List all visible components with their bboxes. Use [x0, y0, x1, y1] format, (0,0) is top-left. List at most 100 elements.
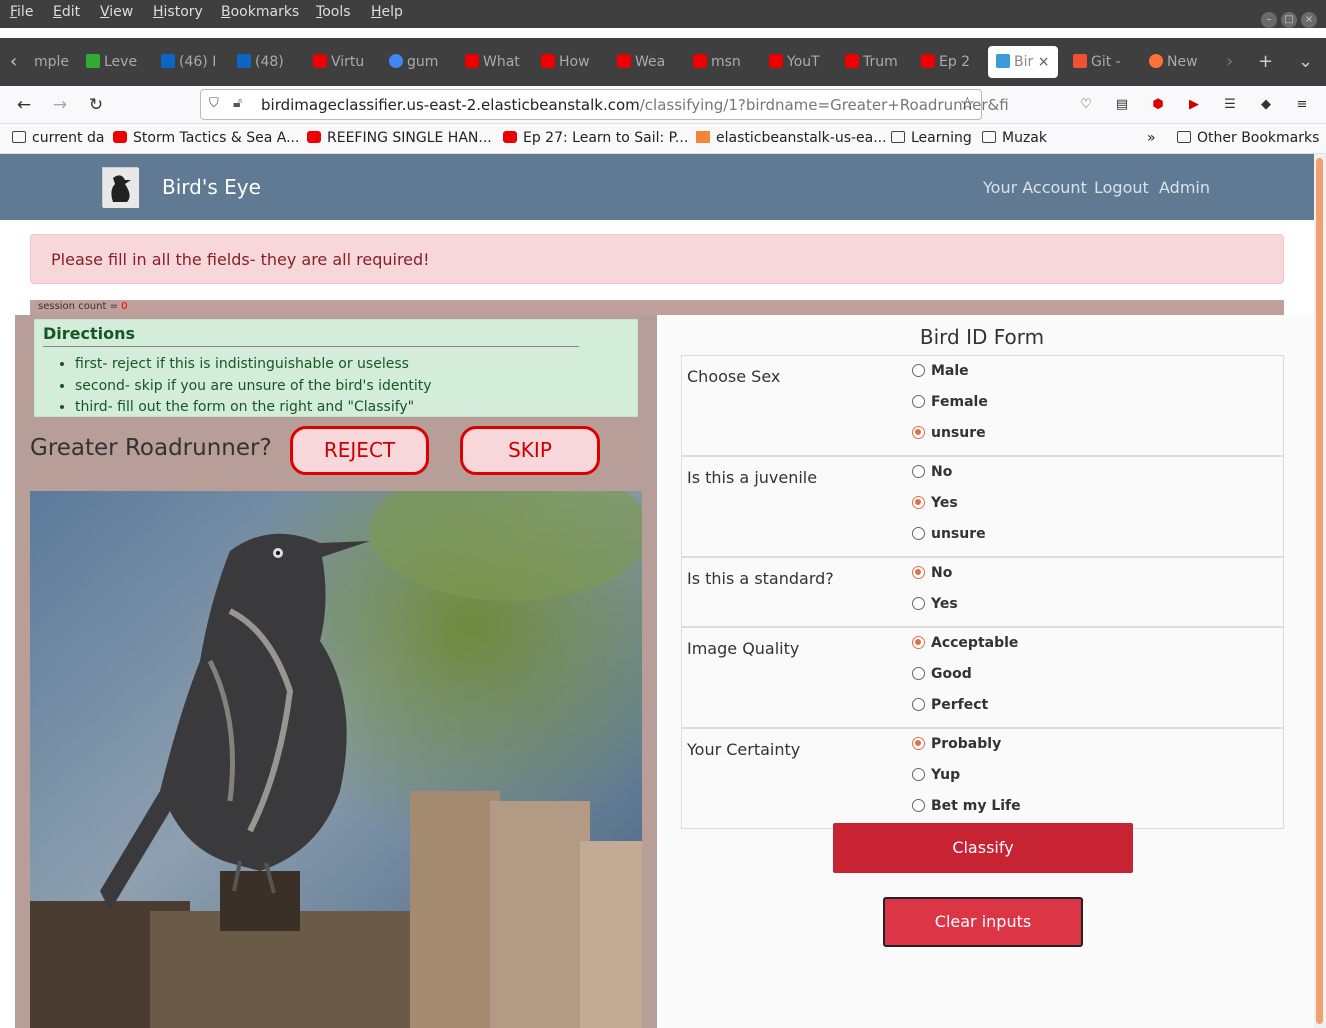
your-account-link[interactable]: Your Account — [983, 178, 1087, 197]
tab[interactable]: Trum — [845, 46, 900, 78]
tab-scroll-right-icon[interactable]: › — [1226, 48, 1233, 76]
radio-button[interactable] — [912, 465, 925, 478]
tab[interactable]: How — [541, 46, 596, 78]
list-icon[interactable]: ☰ — [1220, 95, 1240, 115]
web-page: Bird's Eye Your Account Logout Admin Ple… — [0, 154, 1314, 1028]
tab[interactable]: (48) — [237, 46, 297, 78]
skip-button[interactable]: SKIP — [460, 426, 600, 475]
chevron-down-icon[interactable]: ⌄ — [1298, 48, 1313, 76]
other-bookmarks[interactable]: Other Bookmarks — [1177, 130, 1319, 146]
extension-icon[interactable]: ▶ — [1184, 95, 1204, 115]
radio-option[interactable]: Male — [912, 358, 1283, 389]
radio-option[interactable]: Good — [912, 661, 1283, 692]
shield-icon[interactable]: ⛉ — [209, 96, 219, 111]
reload-icon[interactable]: ↻ — [83, 92, 109, 118]
radio-option[interactable]: Perfect — [912, 692, 1283, 723]
bookmark-item[interactable]: Learning — [891, 130, 972, 146]
field-standard: Is this a standard? No Yes — [682, 558, 1283, 628]
git-icon — [1073, 54, 1087, 68]
menu-file[interactable]: File — [10, 4, 33, 20]
forward-icon[interactable]: → — [47, 92, 73, 118]
site-logo[interactable] — [102, 167, 139, 208]
bookmarks-overflow-icon[interactable]: » — [1147, 130, 1156, 146]
radio-button-selected[interactable] — [912, 496, 925, 509]
bookmark-item[interactable]: current da — [12, 130, 104, 146]
radio-button[interactable] — [912, 395, 925, 408]
radio-button[interactable] — [912, 597, 925, 610]
logout-link[interactable]: Logout — [1094, 178, 1149, 197]
radio-button-selected[interactable] — [912, 566, 925, 579]
radio-option[interactable]: unsure — [912, 420, 1283, 451]
radio-option[interactable]: Yes — [912, 490, 1283, 521]
bookmark-item[interactable]: Muzak — [982, 130, 1047, 146]
tab[interactable]: gum — [389, 46, 441, 78]
radio-option[interactable]: Female — [912, 389, 1283, 420]
bookmark-item[interactable]: Ep 27: Learn to Sail: P... — [503, 130, 688, 146]
tab-scroll-left-icon[interactable]: ‹ — [10, 48, 17, 76]
menu-history[interactable]: History — [153, 4, 203, 20]
admin-link[interactable]: Admin — [1159, 178, 1210, 197]
bookmark-item[interactable]: Storm Tactics & Sea A... — [113, 130, 299, 146]
site-navbar: Bird's Eye Your Account Logout Admin — [0, 154, 1314, 220]
menu-help[interactable]: Help — [371, 4, 403, 20]
radio-option[interactable]: No — [912, 459, 1283, 490]
radio-option[interactable]: Yes — [912, 591, 1283, 622]
tab-active[interactable]: Bir × — [988, 46, 1058, 78]
radio-option[interactable]: No — [912, 560, 1283, 591]
reject-button[interactable]: REJECT — [290, 426, 429, 475]
scrollbar-thumb[interactable] — [1316, 158, 1323, 1024]
back-icon[interactable]: ← — [11, 92, 37, 118]
tab[interactable]: msn — [693, 46, 748, 78]
tab[interactable]: Git - — [1073, 46, 1128, 78]
cube-icon[interactable]: ◆ — [1256, 95, 1276, 115]
maximize-icon[interactable]: □ — [1281, 12, 1297, 28]
radio-button[interactable] — [912, 768, 925, 781]
menu-tools[interactable]: Tools — [316, 4, 351, 20]
reader-view-icon[interactable]: ▤ — [1112, 95, 1132, 115]
new-tab-icon[interactable]: + — [1258, 48, 1273, 76]
radio-button-selected[interactable] — [912, 636, 925, 649]
radio-button-selected[interactable] — [912, 426, 925, 439]
aws-icon — [696, 131, 710, 143]
radio-button[interactable] — [912, 667, 925, 680]
ublock-icon[interactable]: ⬢ — [1148, 95, 1168, 115]
close-tab-icon[interactable]: × — [1038, 54, 1050, 70]
tab[interactable]: YouT — [769, 46, 824, 78]
nav-toolbar: ← → ↻ ⛉ 🔓︎ birdimageclassifier.us-east-2… — [0, 86, 1326, 124]
pocket-icon[interactable]: ♡ — [1076, 95, 1096, 115]
bookmark-item[interactable]: REEFING SINGLE HAN... — [307, 130, 492, 146]
radio-button[interactable] — [912, 527, 925, 540]
star-icon[interactable]: ☆ — [960, 94, 975, 114]
tab[interactable]: What — [465, 46, 520, 78]
radio-button-selected[interactable] — [912, 737, 925, 750]
bookmark-item[interactable]: elasticbeanstalk-us-ea... — [696, 130, 887, 146]
hamburger-menu-icon[interactable]: ≡ — [1292, 95, 1312, 115]
radio-option[interactable]: Yup — [912, 762, 1283, 793]
radio-option[interactable]: Acceptable — [912, 630, 1283, 661]
tab[interactable]: mple — [34, 46, 74, 78]
insecure-lock-icon[interactable]: 🔓︎ — [233, 95, 242, 111]
tab[interactable]: Leve — [86, 46, 138, 78]
url-bar[interactable]: ⛉ 🔓︎ birdimageclassifier.us-east-2.elast… — [200, 89, 1009, 120]
radio-option[interactable]: unsure — [912, 521, 1283, 552]
close-window-icon[interactable]: × — [1301, 12, 1317, 28]
tab[interactable]: Ep 2 — [921, 46, 976, 78]
radio-button[interactable] — [912, 698, 925, 711]
tab[interactable]: (46) I — [161, 46, 221, 78]
clear-inputs-button[interactable]: Clear inputs — [883, 897, 1083, 947]
classify-button[interactable]: Classify — [833, 823, 1133, 873]
tab[interactable]: Wea — [617, 46, 672, 78]
url-text[interactable]: birdimageclassifier.us-east-2.elasticbea… — [261, 96, 1009, 114]
tab[interactable]: Virtu — [313, 46, 368, 78]
menu-edit[interactable]: Edit — [53, 4, 80, 20]
minimize-icon[interactable]: – — [1261, 12, 1277, 28]
menu-view[interactable]: View — [100, 4, 133, 20]
scrollbar[interactable] — [1314, 154, 1326, 1028]
menu-bookmarks[interactable]: Bookmarks — [221, 4, 299, 20]
radio-button[interactable] — [912, 364, 925, 377]
tab[interactable]: New — [1149, 46, 1204, 78]
radio-option[interactable]: Bet my Life — [912, 793, 1283, 824]
radio-option[interactable]: Probably — [912, 731, 1283, 762]
site-brand[interactable]: Bird's Eye — [162, 175, 261, 199]
radio-button[interactable] — [912, 799, 925, 812]
